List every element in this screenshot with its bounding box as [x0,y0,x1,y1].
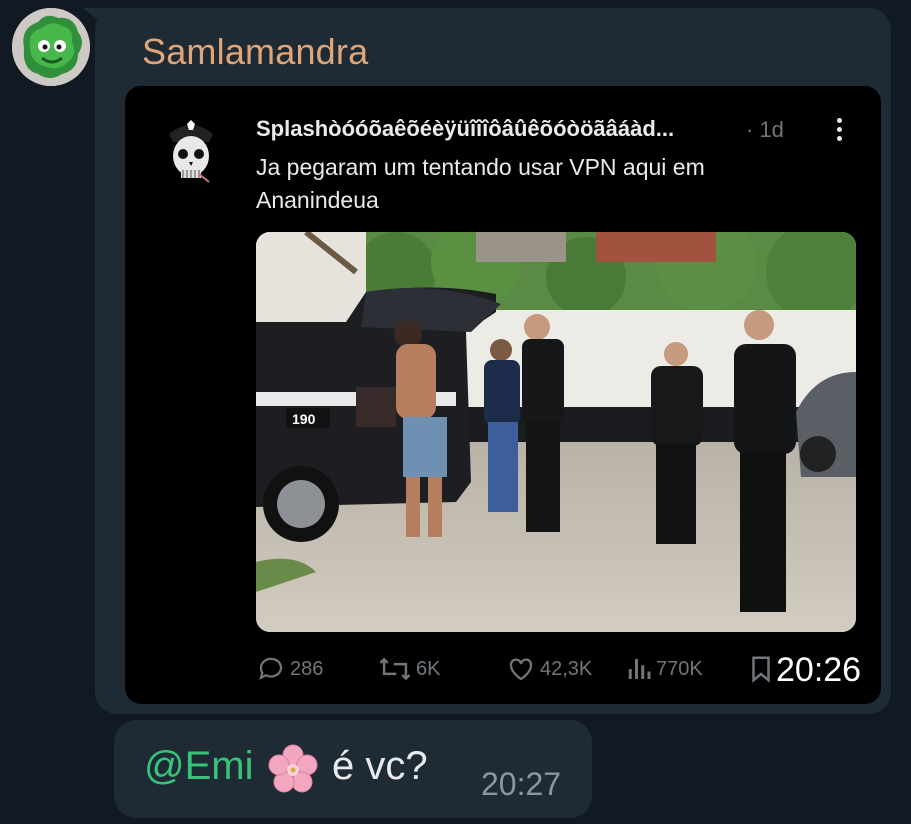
message-time: 20:26 [776,651,862,689]
views-button[interactable]: 770K [626,654,703,684]
retweet-button[interactable]: 6K [378,654,440,684]
message-bubble-reply[interactable]: @Emi é vc? 20:27 [114,720,592,818]
sender-avatar[interactable] [12,8,90,86]
tweet-embed[interactable]: Splashòóóõaêõéèÿüîîîôâûêõóòöãâáàd... · 1… [125,86,881,704]
bookmark-icon [752,656,770,683]
heart-icon [509,658,533,681]
bubble-tail [83,8,113,32]
mention-link[interactable]: @Emi [144,744,254,789]
tweet-author-name[interactable]: Splashòóóõaêõéèÿüîîîôâûêõóòöãâáàd... [256,116,674,142]
message-time: 20:27 [481,766,562,802]
tweet-text: Ja pegaram um tentando usar VPN aqui em … [256,154,705,213]
like-button[interactable]: 42,3K [506,654,592,684]
like-count: 42,3K [540,657,593,680]
reply-count: 286 [290,657,324,680]
tweet-photo[interactable]: 190 [256,232,856,632]
message-bubble[interactable]: Samlamandra Splashòóóõaêõéèÿüîîîôâûêõóòö… [83,8,891,714]
skull-icon [169,120,213,183]
car-plate-label: 190 [292,411,316,427]
tweet-age: · 1d [746,117,784,142]
retweet-icon [379,657,411,681]
view-count: 770K [656,657,703,680]
message-text: é vc? [332,744,428,788]
avatar-image [12,8,90,86]
retweet-count: 6K [416,657,441,680]
bookmark-button[interactable] [748,654,774,684]
arrest-scene-image: 190 [256,232,856,632]
tweet-author-avatar[interactable] [165,116,217,190]
views-icon [628,659,651,679]
sender-name[interactable]: Samlamandra [142,31,368,73]
more-vertical-icon[interactable] [829,114,849,150]
reply-button[interactable]: 286 [256,654,323,684]
reply-icon [259,657,283,680]
cherry-blossom-icon [268,744,318,793]
